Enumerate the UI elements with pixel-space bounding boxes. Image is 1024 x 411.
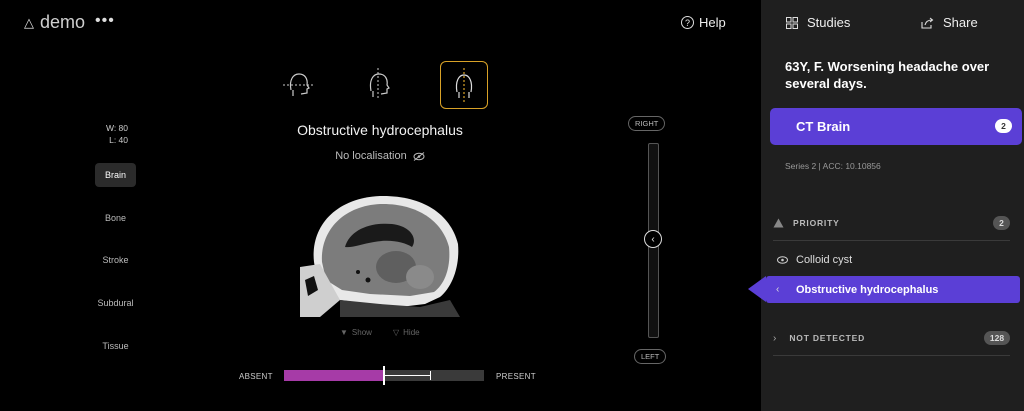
likelihood-marker[interactable] bbox=[383, 366, 385, 385]
window-level-readout: W: 80 L: 40 bbox=[104, 122, 128, 146]
show-icon: ▼ bbox=[340, 328, 348, 337]
finding-item-colloid-cyst[interactable]: Colloid cyst bbox=[777, 254, 852, 266]
chevron-left-icon: ‹ bbox=[776, 284, 780, 295]
logo-icon: △ bbox=[24, 14, 34, 30]
help-icon: ? bbox=[681, 16, 694, 29]
absent-label: ABSENT bbox=[239, 372, 273, 381]
study-item-ct-brain[interactable]: CT Brain 2 bbox=[770, 108, 1022, 145]
studies-button[interactable]: Studies bbox=[786, 15, 850, 30]
show-button[interactable]: ▼ Show bbox=[340, 328, 372, 337]
preset-tissue-button[interactable]: Tissue bbox=[95, 334, 136, 358]
selected-finding-pointer bbox=[748, 276, 766, 302]
not-detected-label: NOT DETECTED bbox=[789, 333, 866, 343]
warning-icon bbox=[773, 218, 784, 228]
preset-brain-button[interactable]: Brain bbox=[95, 163, 136, 187]
share-button[interactable]: Share bbox=[921, 15, 978, 30]
help-label: Help bbox=[699, 15, 726, 30]
study-count-badge: 2 bbox=[995, 119, 1012, 133]
studies-label: Studies bbox=[807, 15, 851, 30]
priority-divider bbox=[773, 240, 1010, 241]
app-name: demo bbox=[40, 12, 86, 32]
eye-icon bbox=[777, 256, 788, 264]
finding-label: Colloid cyst bbox=[796, 254, 853, 266]
level-value: L: 40 bbox=[109, 135, 128, 145]
not-detected-section-header[interactable]: › NOT DETECTED 128 bbox=[773, 331, 1010, 345]
coronal-view-icon bbox=[369, 68, 390, 100]
axial-view-icon bbox=[283, 73, 314, 96]
ct-scan-image[interactable] bbox=[300, 192, 460, 317]
study-name: CT Brain bbox=[796, 119, 851, 134]
eye-off-icon bbox=[413, 151, 425, 161]
window-value: W: 80 bbox=[105, 123, 128, 133]
coronal-view-button[interactable] bbox=[355, 61, 401, 107]
likelihood-bar-fill bbox=[284, 370, 384, 381]
app-logo[interactable]: △ demo bbox=[24, 12, 85, 33]
grid-icon bbox=[786, 16, 798, 29]
finding-item-obstructive-hydrocephalus[interactable]: ‹ Obstructive hydrocephalus bbox=[766, 276, 1020, 303]
hide-button[interactable]: ▽ Hide bbox=[393, 328, 420, 337]
preset-subdural-button[interactable]: Subdural bbox=[95, 291, 136, 315]
finding-title: Obstructive hydrocephalus bbox=[297, 122, 463, 138]
share-icon bbox=[921, 17, 934, 29]
chevron-right-icon: › bbox=[773, 332, 777, 344]
show-label: Show bbox=[351, 328, 372, 337]
series-info: Series 2 | ACC: 10.10856 bbox=[785, 161, 881, 171]
sagittal-view-button[interactable] bbox=[440, 61, 488, 109]
case-description: 63Y, F. Worsening headache over several … bbox=[785, 59, 990, 91]
hide-label: Hide bbox=[403, 328, 420, 337]
present-label: PRESENT bbox=[496, 372, 536, 381]
share-label: Share bbox=[943, 15, 978, 30]
priority-label: PRIORITY bbox=[793, 218, 840, 228]
not-detected-divider bbox=[773, 355, 1010, 356]
finding-label: Obstructive hydrocephalus bbox=[796, 283, 939, 296]
slider-left-label: LEFT bbox=[634, 349, 667, 364]
slice-slider-handle[interactable]: ‹ bbox=[644, 230, 662, 248]
localisation-label: No localisation bbox=[335, 150, 407, 162]
more-menu-icon[interactable]: ••• bbox=[95, 12, 115, 30]
preset-bone-button[interactable]: Bone bbox=[95, 206, 136, 230]
confidence-interval-line bbox=[384, 375, 430, 376]
sagittal-view-icon bbox=[455, 68, 473, 102]
preset-stroke-button[interactable]: Stroke bbox=[95, 248, 136, 272]
confidence-interval-end bbox=[430, 371, 431, 380]
hide-icon: ▽ bbox=[393, 328, 400, 337]
axial-view-button[interactable] bbox=[275, 61, 321, 107]
priority-section-header[interactable]: PRIORITY 2 bbox=[773, 216, 1010, 230]
localisation-status[interactable]: No localisation bbox=[290, 150, 470, 162]
help-button[interactable]: ? Help bbox=[681, 15, 726, 30]
slider-right-label: RIGHT bbox=[628, 116, 666, 131]
priority-count-badge: 2 bbox=[993, 216, 1010, 230]
not-detected-count-badge: 128 bbox=[984, 331, 1010, 345]
